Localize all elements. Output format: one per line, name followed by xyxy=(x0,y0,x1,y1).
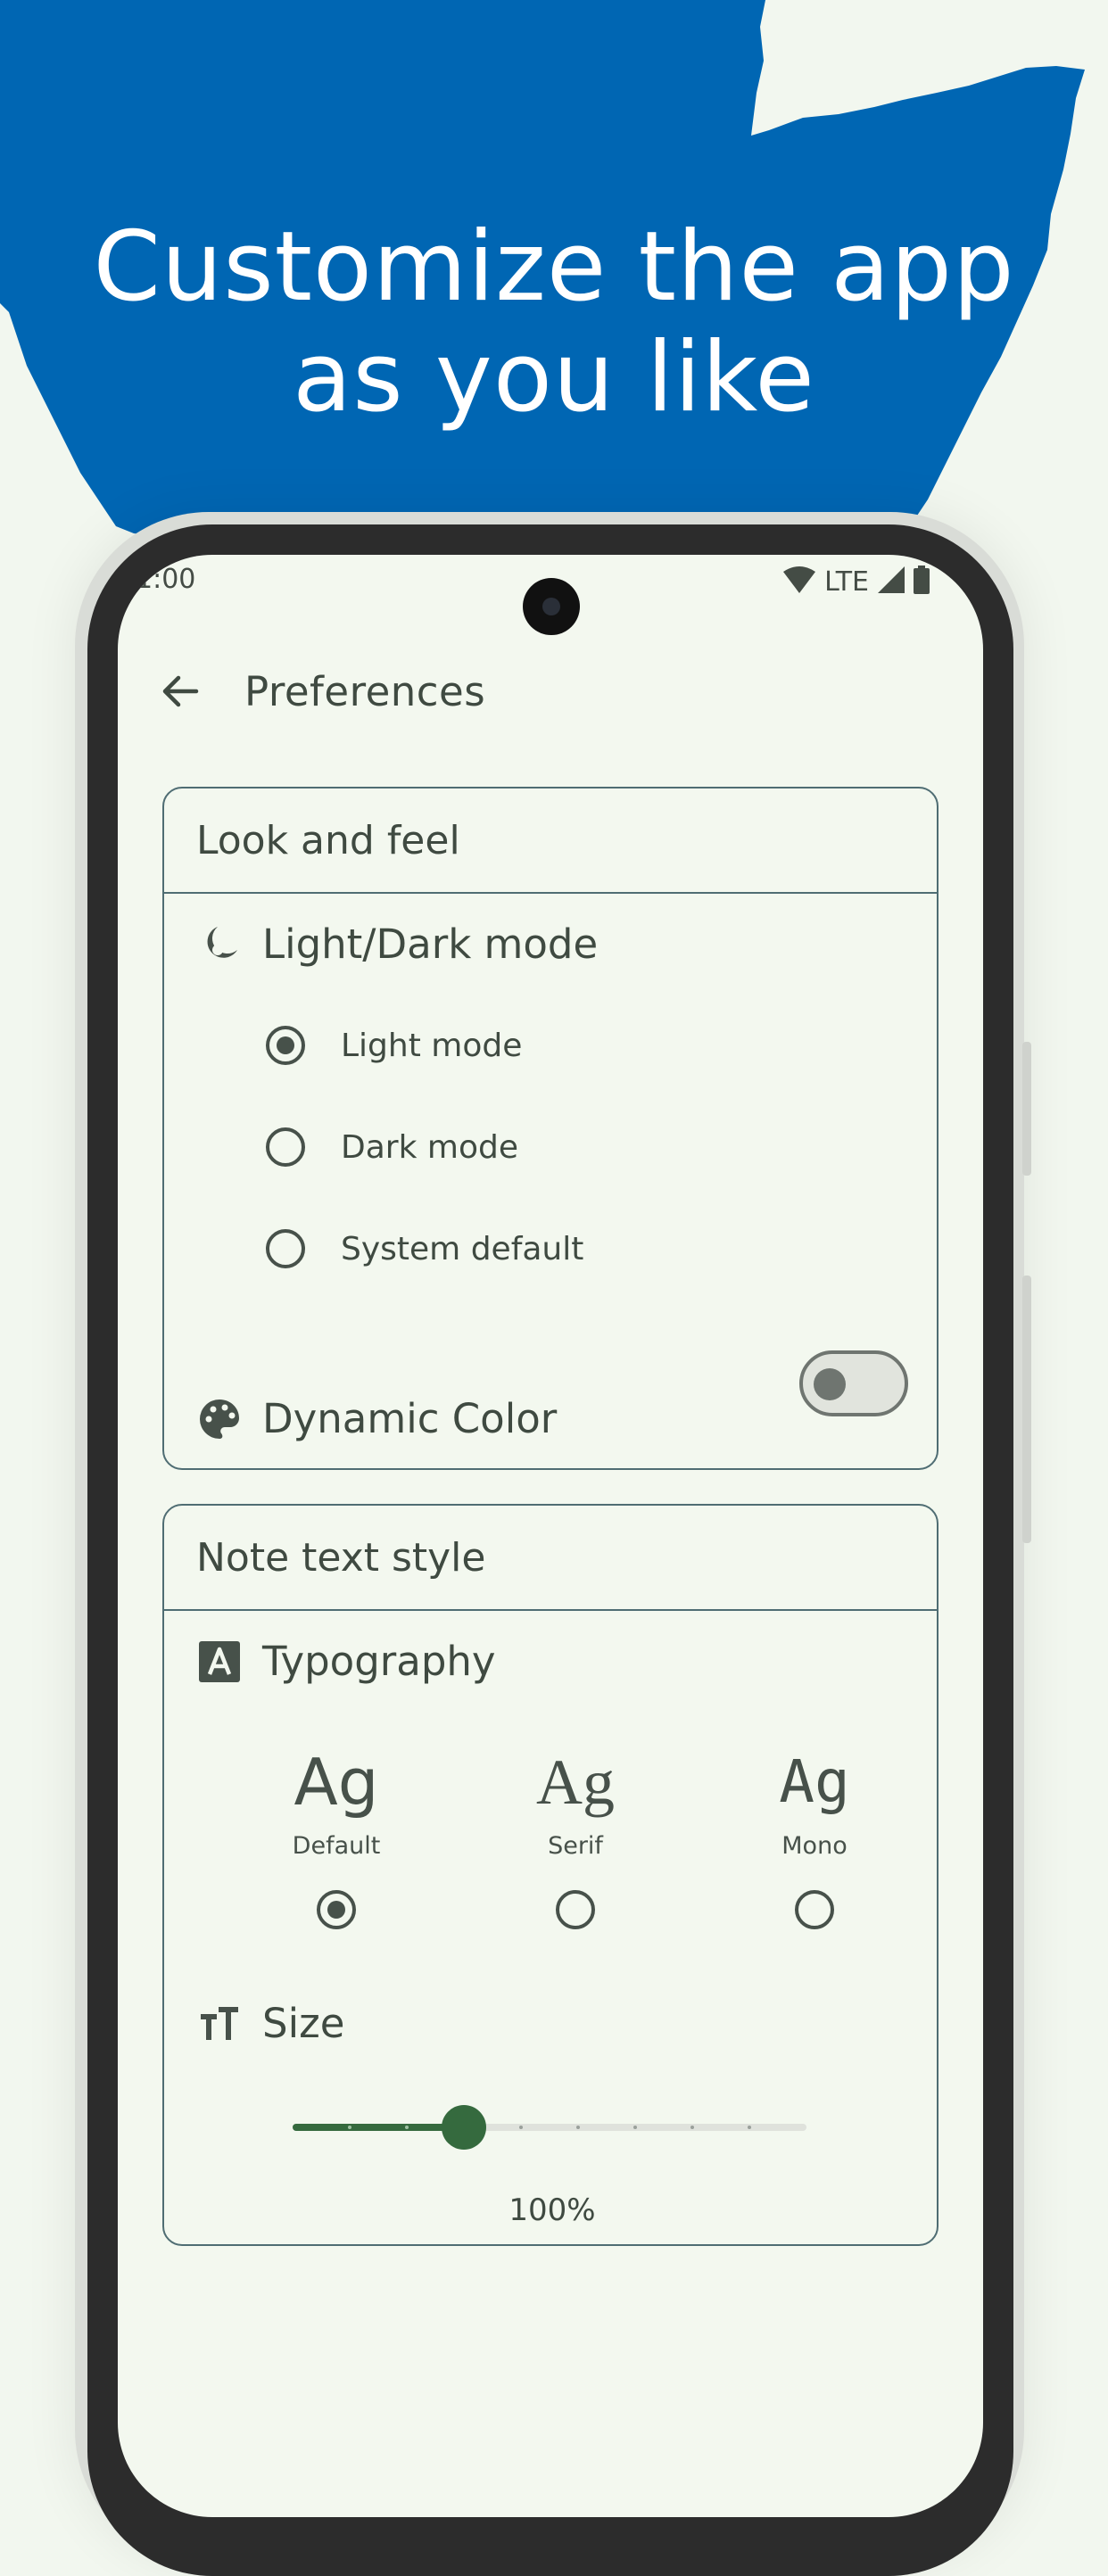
network-type: LTE xyxy=(824,566,869,598)
font-sample: Ag xyxy=(536,1746,615,1818)
font-option-label: Mono xyxy=(781,1832,848,1860)
size-label: Size xyxy=(262,2000,345,2047)
text-size-icon xyxy=(196,2001,243,2047)
theme-option-dark[interactable]: Dark mode xyxy=(266,1127,518,1167)
theme-option-label: Dark mode xyxy=(341,1128,518,1166)
font-option-label: Default xyxy=(292,1832,381,1860)
page-title: Preferences xyxy=(244,667,486,715)
dynamic-color-toggle[interactable] xyxy=(799,1350,908,1416)
size-section-header: Size xyxy=(196,2000,344,2047)
theme-option-label: System default xyxy=(341,1230,584,1267)
typography-label: Typography xyxy=(262,1638,496,1685)
slider-tick xyxy=(519,2126,523,2129)
phone-screen: 1:00 LTE Preferences Look and feel Light… xyxy=(118,555,983,2517)
status-icons: LTE xyxy=(783,566,930,598)
typography-option-serif[interactable]: Ag Serif xyxy=(486,1746,665,1929)
slider-tick xyxy=(405,2126,409,2129)
arrow-back-icon[interactable] xyxy=(153,665,207,718)
hero-headline-line1: Customize the app xyxy=(93,211,1015,323)
slider-tick xyxy=(576,2126,580,2129)
font-option-label: Serif xyxy=(548,1832,603,1860)
note-text-style-card: Note text style Typography Ag Default Ag… xyxy=(162,1504,938,2246)
top-app-bar: Preferences xyxy=(153,651,485,731)
look-and-feel-card: Look and feel Light/Dark mode Light mode… xyxy=(162,787,938,1470)
look-and-feel-title: Look and feel xyxy=(164,788,937,894)
radio-button[interactable] xyxy=(556,1890,595,1929)
palette-icon xyxy=(196,1396,243,1442)
slider-tick xyxy=(348,2126,351,2129)
theme-section-label: Light/Dark mode xyxy=(262,921,599,968)
slider-tick xyxy=(748,2126,751,2129)
slider-tick xyxy=(690,2126,694,2129)
dynamic-color-row[interactable]: Dynamic Color xyxy=(196,1395,557,1442)
toggle-knob xyxy=(814,1368,846,1400)
hero-headline: Customize the app as you like xyxy=(0,212,1108,433)
hero-headline-line2: as you like xyxy=(293,322,815,433)
slider-tick xyxy=(633,2126,637,2129)
theme-section-header: Light/Dark mode xyxy=(196,921,598,968)
size-slider[interactable] xyxy=(293,2100,810,2153)
battery-icon xyxy=(914,566,930,598)
radio-button-selected[interactable] xyxy=(317,1890,356,1929)
radio-button[interactable] xyxy=(266,1127,305,1167)
moon-icon xyxy=(196,921,243,968)
dynamic-color-label: Dynamic Color xyxy=(262,1395,558,1442)
slider-thumb[interactable] xyxy=(442,2105,486,2150)
radio-button-selected[interactable] xyxy=(266,1026,305,1065)
phone-power-button xyxy=(1022,1042,1031,1176)
typography-option-default[interactable]: Ag Default xyxy=(247,1746,426,1929)
typography-option-mono[interactable]: Ag Mono xyxy=(725,1746,904,1929)
cell-signal-icon xyxy=(878,566,905,597)
slider-track-active xyxy=(293,2124,464,2131)
typography-icon xyxy=(196,1639,243,1685)
status-time: 1:00 xyxy=(136,564,196,595)
font-sample: Ag xyxy=(294,1745,379,1820)
radio-button[interactable] xyxy=(795,1890,834,1929)
phone-volume-button xyxy=(1022,1276,1031,1543)
size-value: 100% xyxy=(509,2192,596,2228)
font-sample: Ag xyxy=(779,1747,850,1816)
note-text-style-title: Note text style xyxy=(164,1506,937,1611)
wifi-icon xyxy=(783,566,816,597)
theme-option-light[interactable]: Light mode xyxy=(266,1026,522,1065)
radio-button[interactable] xyxy=(266,1229,305,1268)
theme-option-label: Light mode xyxy=(341,1027,523,1064)
typography-section-header: Typography xyxy=(196,1638,496,1685)
front-camera xyxy=(523,578,580,635)
theme-option-system[interactable]: System default xyxy=(266,1229,583,1268)
